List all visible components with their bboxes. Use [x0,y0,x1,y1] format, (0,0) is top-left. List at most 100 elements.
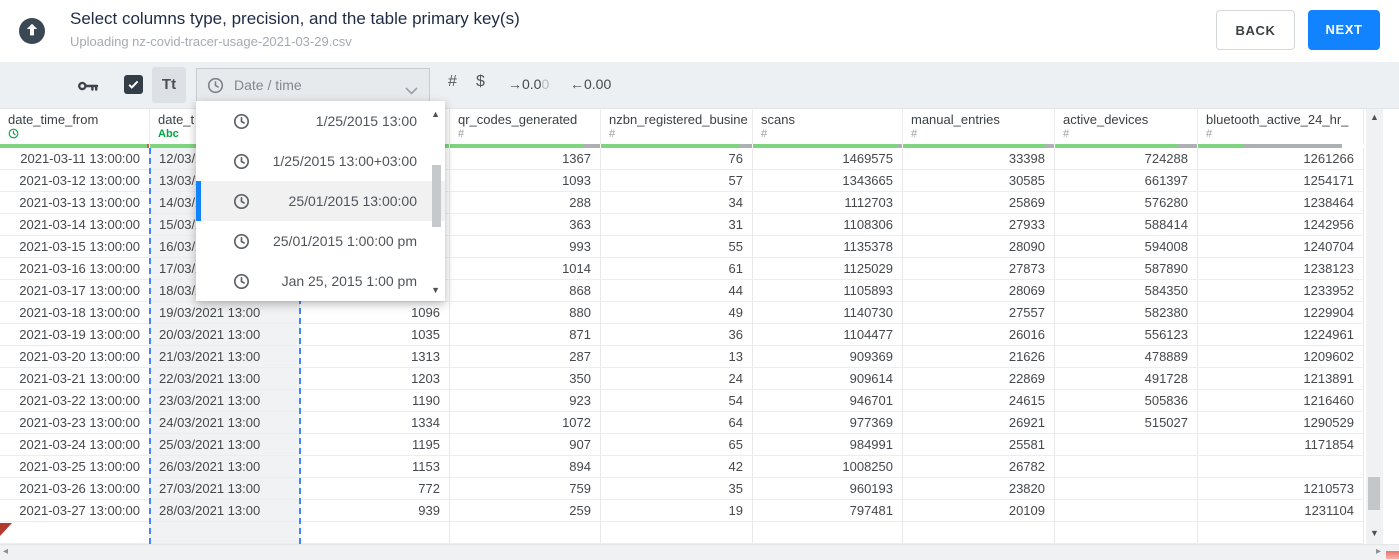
upload-icon [18,17,46,45]
include-column-checkbox[interactable] [124,75,143,94]
scroll-up-arrow-icon[interactable]: ▲ [1368,112,1381,122]
table-cell: 28090 [903,236,1055,257]
table-row: 2021-03-22 13:00:00 23/03/2021 13:00 1190 9… [0,390,1364,412]
table-cell: 20/03/2021 13:00 [150,324,300,345]
increase-decimals-button[interactable]: ←0.00 [570,76,611,92]
table-cell: 42 [601,456,753,477]
table-cell: 1231104 [1198,500,1364,521]
table-cell [1055,522,1198,543]
table-cell: 287 [450,346,601,367]
table-cell [300,522,450,543]
table-cell: 363 [450,214,601,235]
date-format-option-label: 1/25/2015 13:00+03:00 [272,153,417,169]
table-row: 2021-03-18 13:00:00 19/03/2021 13:00 1096 8… [0,302,1364,324]
dropdown-scroll-up-icon[interactable]: ▲ [431,109,440,119]
next-button[interactable]: NEXT [1308,10,1380,50]
column-header-qr_codes_generated[interactable]: qr_codes_generated # [450,108,601,144]
date-format-option-label: Jan 25, 2015 1:00 pm [281,273,417,289]
table-cell: 26016 [903,324,1055,345]
table-cell: 25581 [903,434,1055,455]
table-cell: 724288 [1055,148,1198,169]
table-cell: 35 [601,478,753,499]
horizontal-scrollbar[interactable] [0,544,1399,560]
table-cell: 24615 [903,390,1055,411]
scroll-down-arrow-icon[interactable]: ▼ [1368,528,1381,538]
column-name: date_time_from [8,112,99,127]
table-cell: 31 [601,214,753,235]
table-cell: 1140730 [753,302,903,323]
table-cell: 515027 [1055,412,1198,433]
column-header-active_devices[interactable]: active_devices # [1055,108,1198,144]
clock-icon [207,77,224,94]
vertical-scrollbar-thumb[interactable] [1368,477,1380,510]
table-cell: 1171854 [1198,434,1364,455]
table-cell: 1203 [300,368,450,389]
dropdown-scrollbar-thumb[interactable] [432,165,441,227]
table-cell: 1108306 [753,214,903,235]
scroll-left-arrow-icon[interactable]: ◂ [3,546,8,557]
table-row-empty [0,522,1364,544]
table-cell: 30585 [903,170,1055,191]
uploading-file-subtitle: Uploading nz-covid-tracer-usage-2021-03-… [70,34,352,49]
column-type-label: # [609,128,616,140]
column-header-nzbn_registered_busine[interactable]: nzbn_registered_busine # [601,108,753,144]
table-cell: 2021-03-20 13:00:00 [0,346,150,367]
table-cell: 76 [601,148,753,169]
decrease-decimals-button[interactable]: →0.00 [508,76,549,92]
primary-key-icon[interactable] [76,74,100,98]
table-cell: 505836 [1055,390,1198,411]
clock-icon [233,233,250,250]
text-type-button[interactable]: Tt [152,67,186,103]
scroll-right-arrow-icon[interactable]: ▸ [1376,546,1381,557]
table-cell: 13 [601,346,753,367]
table-cell: 2021-03-17 13:00:00 [0,280,150,301]
table-cell: 2021-03-19 13:00:00 [0,324,150,345]
column-type-label: # [1063,128,1070,140]
column-header-bluetooth_active_24_hr_[interactable]: bluetooth_active_24_hr_ # [1198,108,1364,144]
table-cell: 1096 [300,302,450,323]
table-cell [903,522,1055,543]
table-cell: 34 [601,192,753,213]
date-format-option-label: 25/01/2015 1:00:00 pm [272,233,417,249]
table-cell: 2021-03-15 13:00:00 [0,236,150,257]
table-cell: 1229904 [1198,302,1364,323]
table-cell: 27/03/2021 13:00 [150,478,300,499]
table-cell: 1261266 [1198,148,1364,169]
table-cell [150,522,300,543]
table-cell: 2021-03-26 13:00:00 [0,478,150,499]
date-format-option[interactable]: 25/01/2015 13:00:00 [196,181,445,221]
table-cell: 27933 [903,214,1055,235]
table-cell: 909369 [753,346,903,367]
column-name: qr_codes_generated [458,112,578,127]
table-cell: 27557 [903,302,1055,323]
table-cell: 55 [601,236,753,257]
table-cell: 984991 [753,434,903,455]
table-cell: 21/03/2021 13:00 [150,346,300,367]
column-header-date_time_from[interactable]: date_time_from [0,108,150,144]
table-cell [1055,434,1198,455]
column-type-select[interactable]: Date / time [196,68,430,102]
table-cell: 1104477 [753,324,903,345]
scrollbar-corner-indicator [1386,551,1399,559]
date-format-option[interactable]: 25/01/2015 1:00:00 pm [196,221,445,261]
table-cell: 24/03/2021 13:00 [150,412,300,433]
currency-type-icon[interactable]: $ [476,73,485,91]
table-cell: 491728 [1055,368,1198,389]
upload-wizard-window: Select columns type, precision, and the … [0,0,1399,560]
table-cell: 2021-03-23 13:00:00 [0,412,150,433]
table-cell: 28/03/2021 13:00 [150,500,300,521]
table-cell: 25869 [903,192,1055,213]
date-format-option[interactable]: 1/25/2015 13:00+03:00 [196,141,445,181]
date-format-option[interactable]: 1/25/2015 13:00 [196,101,445,141]
table-cell: 1153 [300,456,450,477]
table-cell [1198,522,1364,543]
back-button[interactable]: BACK [1216,10,1295,50]
table-cell: 288 [450,192,601,213]
column-header-scans[interactable]: scans # [753,108,903,144]
table-cell: 909614 [753,368,903,389]
table-cell: 1190 [300,390,450,411]
dropdown-scroll-down-icon[interactable]: ▼ [431,285,440,295]
number-type-icon[interactable]: # [448,73,457,91]
column-header-manual_entries[interactable]: manual_entries # [903,108,1055,144]
date-format-option[interactable]: Jan 25, 2015 1:00 pm [196,261,445,301]
